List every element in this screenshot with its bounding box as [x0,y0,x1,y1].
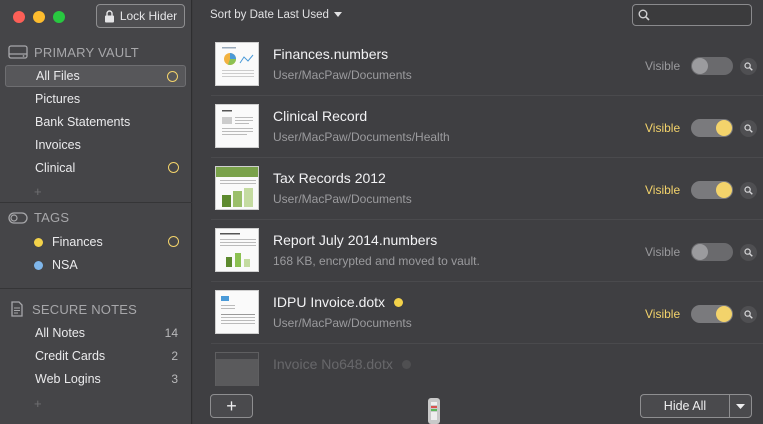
add-folder-button[interactable]: + [34,184,42,199]
file-path: User/MacPaw/Documents [273,316,412,330]
reveal-in-finder-button[interactable] [740,182,757,199]
reveal-in-finder-button[interactable] [740,244,757,261]
sidebar-tag-nsa[interactable]: NSA [5,254,186,276]
magnifier-icon [744,120,753,138]
tag-color-dot [401,359,411,369]
visible-label: Visible [645,245,681,259]
file-path: User/MacPaw/Documents [273,192,412,206]
marker-ring-icon [167,71,178,82]
sidebar-tag-finances[interactable]: Finances [5,231,186,253]
sidebar-item-bank-statements[interactable]: Bank Statements [5,111,186,133]
zoom-window-button[interactable] [53,11,65,23]
sidebar-item-web-logins[interactable]: Web Logins 3 [5,368,186,390]
file-row[interactable]: Report July 2014.numbers 168 KB, encrypt… [211,220,763,282]
file-row[interactable]: Finances.numbers User/MacPaw/Documents V… [211,34,763,96]
document-thumbnail [215,166,259,210]
file-name: Clinical Record [273,108,368,124]
file-name: Finances.numbers [273,46,389,62]
chevron-down-icon [333,9,342,21]
hide-all-button[interactable]: Hide All [640,394,729,418]
document-thumbnail [215,290,259,334]
toggle-knob [716,306,732,322]
close-window-button[interactable] [13,11,25,23]
file-name: Invoice No648.dotx [273,356,411,372]
document-thumbnail [215,104,259,148]
reveal-in-finder-button[interactable] [740,58,757,75]
tag-color-dot [394,297,404,307]
sidebar-item-clinical[interactable]: Clinical [5,157,186,179]
lock-hider-button[interactable]: Lock Hider [96,4,185,28]
magnifier-icon [744,306,753,324]
window-controls [13,11,65,23]
tag-color-dot [34,260,43,270]
sidebar-item-credit-cards[interactable]: Credit Cards 2 [5,345,186,367]
file-row[interactable]: Clinical Record User/MacPaw/Documents/He… [211,96,763,158]
visibility-toggle[interactable] [691,57,733,75]
file-name: Report July 2014.numbers [273,232,438,248]
magnifier-icon [744,182,753,200]
document-thumbnail [215,228,259,272]
visible-label: Visible [645,183,681,197]
hider-window: Lock Hider PRIMARY VAULT All Files Pictu… [0,0,763,424]
sidebar-item-invoices[interactable]: Invoices [5,134,186,156]
visible-label: Visible [645,307,681,321]
file-name: IDPU Invoice.dotx [273,294,404,310]
sidebar: Lock Hider PRIMARY VAULT All Files Pictu… [0,0,192,424]
tag-toggle-icon [8,211,28,224]
sidebar-item-pictures[interactable]: Pictures [5,88,186,110]
add-file-button[interactable]: + [210,394,253,418]
file-row[interactable]: Invoice No648.dotx [211,344,763,386]
visible-label: Visible [645,121,681,135]
note-count: 14 [164,326,178,340]
sidebar-divider [0,288,192,289]
file-path: User/MacPaw/Documents/Health [273,130,450,144]
file-row[interactable]: Tax Records 2012 User/MacPaw/Documents V… [211,158,763,220]
toggle-knob [692,58,708,74]
toggle-knob [716,182,732,198]
reveal-in-finder-button[interactable] [740,120,757,137]
minimize-window-button[interactable] [33,11,45,23]
sidebar-item-all-files[interactable]: All Files [5,65,186,87]
lock-hider-label: Lock Hider [119,9,178,23]
marker-ring-icon [168,162,179,173]
add-note-category-button[interactable]: + [34,396,42,411]
magnifier-icon [744,244,753,262]
toggle-knob [692,244,708,260]
chevron-down-icon [736,397,745,415]
sidebar-item-all-notes[interactable]: All Notes 14 [5,322,186,344]
search-field[interactable] [632,4,752,26]
visibility-toggle[interactable] [691,305,733,323]
note-count: 2 [171,349,178,363]
file-status: 168 KB, encrypted and moved to vault. [273,254,480,268]
note-icon [8,300,26,318]
note-count: 3 [171,372,178,386]
magnifier-icon [744,58,753,76]
drive-icon [8,44,28,60]
visible-label: Visible [645,59,681,73]
document-thumbnail [215,42,259,86]
reveal-in-finder-button[interactable] [740,306,757,323]
marker-ring-icon [168,236,179,247]
file-list-pane: Sort by Date Last Used Finances.numbers … [193,0,763,424]
document-thumbnail [215,352,259,386]
sort-dropdown[interactable]: Sort by Date Last Used [210,9,342,21]
tag-color-dot [34,237,43,247]
hide-all-menu-button[interactable] [729,394,752,418]
tags-heading: TAGS [8,210,69,225]
file-path: User/MacPaw/Documents [273,68,412,82]
visibility-toggle[interactable] [691,243,733,261]
visibility-toggle[interactable] [691,181,733,199]
file-list: Finances.numbers User/MacPaw/Documents V… [211,34,763,386]
visibility-toggle[interactable] [691,119,733,137]
lock-icon [104,9,115,23]
file-row[interactable]: IDPU Invoice.dotx User/MacPaw/Documents … [211,282,763,344]
file-name: Tax Records 2012 [273,170,386,186]
primary-vault-heading: PRIMARY VAULT [8,44,139,60]
sidebar-divider [0,202,192,203]
secure-notes-heading: SECURE NOTES [8,300,137,318]
file-stack-icon [428,398,440,424]
toggle-knob [716,120,732,136]
